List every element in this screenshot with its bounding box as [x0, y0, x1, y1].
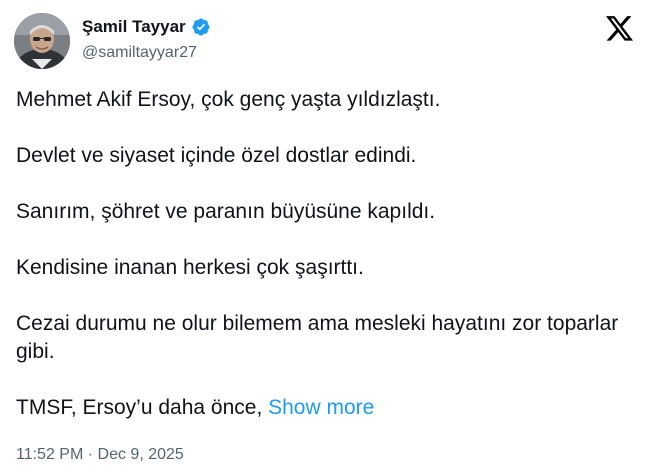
avatar[interactable]	[14, 13, 70, 69]
author-name-row: Şamil Tayyar	[82, 15, 211, 39]
tweet-paragraph: Mehmet Akif Ersoy, çok genç yaşta yıldız…	[16, 88, 441, 111]
tweet-paragraph-truncated: TMSF, Ersoy’u daha önce, Show more	[16, 394, 636, 422]
verified-badge-icon	[191, 17, 211, 37]
avatar-photo	[14, 13, 70, 69]
tweet-paragraph: Sanırım, şöhret ve paranın büyüsüne kapı…	[16, 200, 436, 223]
tweet-paragraph: Cezai durumu ne olur bilemem ama mesleki…	[16, 312, 619, 363]
author-display-name[interactable]: Şamil Tayyar	[82, 15, 186, 39]
meta-separator: ·	[83, 446, 98, 463]
author-handle[interactable]: @samiltayyar27	[82, 42, 197, 64]
tweet-paragraph: Kendisine inanan herkesi çok şaşırttı.	[16, 256, 364, 279]
x-logo-icon[interactable]	[606, 16, 634, 42]
tweet-paragraph: Devlet ve siyaset içinde özel dostlar ed…	[16, 144, 417, 167]
truncated-text: TMSF, Ersoy’u daha önce,	[16, 396, 269, 419]
tweet-time: 11:52 PM	[16, 446, 84, 463]
tweet-card: Şamil Tayyar @samiltayyar27 Mehmet Akif …	[0, 0, 651, 476]
tweet-date: Dec 9, 2025	[97, 446, 184, 463]
show-more-link[interactable]: Show more	[268, 396, 374, 419]
tweet-text: Mehmet Akif Ersoy, çok genç yaşta yıldız…	[16, 86, 636, 422]
tweet-timestamp[interactable]: 11:52 PM · Dec 9, 2025	[16, 444, 184, 466]
